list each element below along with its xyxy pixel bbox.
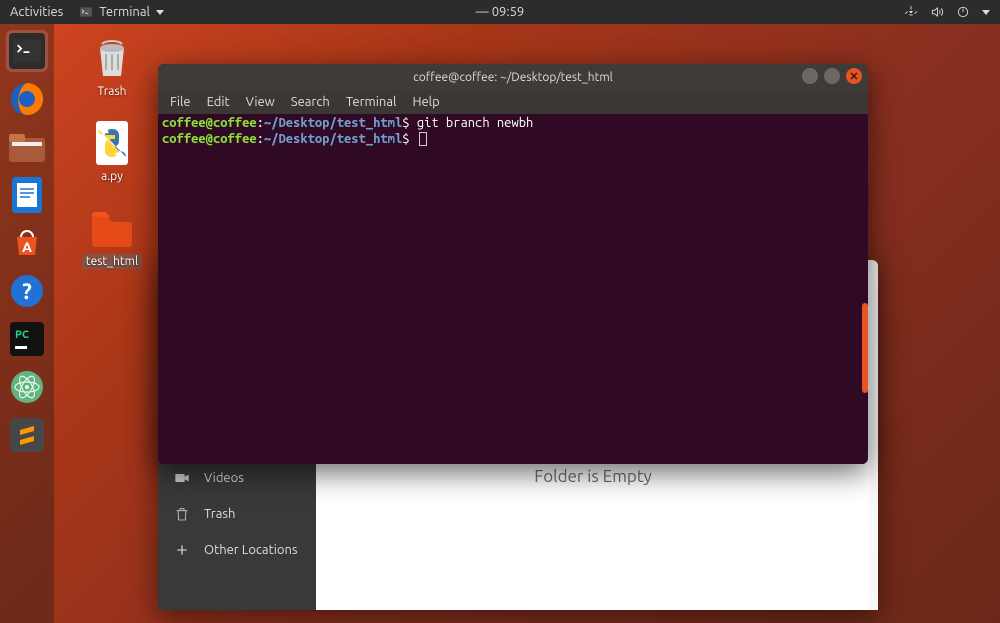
close-icon (850, 72, 858, 80)
menu-terminal[interactable]: Terminal (342, 93, 401, 111)
dock-item-firefox[interactable] (6, 78, 48, 120)
dock-item-pycharm[interactable]: PC (6, 318, 48, 360)
terminal-line: coffee@coffee:~/Desktop/test_html$ git b… (162, 116, 864, 132)
trash-icon (92, 36, 132, 80)
sidebar-item-label: Other Locations (204, 543, 298, 557)
network-icon[interactable] (904, 5, 918, 19)
chevron-down-icon (156, 10, 164, 15)
desktop-icon-apy[interactable]: a.py (80, 121, 144, 184)
terminal-icon (79, 5, 93, 19)
dock-item-software[interactable]: A (6, 222, 48, 264)
empty-folder-label: Folder is Empty (534, 467, 651, 486)
sidebar-item-trash[interactable]: Trash (158, 496, 316, 532)
desktop-icon-testhtml[interactable]: test_html (80, 206, 144, 269)
pycharm-icon: PC (10, 322, 44, 356)
atom-icon (10, 370, 44, 404)
clock[interactable]: — 09:59 (476, 5, 524, 19)
chevron-down-icon[interactable] (982, 10, 990, 15)
firefox-icon (9, 81, 45, 117)
svg-text:A: A (22, 239, 32, 255)
menu-edit[interactable]: Edit (203, 93, 234, 111)
desktop-icon-trash[interactable]: Trash (80, 36, 144, 99)
app-menu-label: Terminal (99, 5, 150, 19)
dock-item-terminal[interactable] (6, 30, 48, 72)
menu-file[interactable]: File (166, 93, 195, 111)
plus-icon (174, 542, 190, 558)
activities-button[interactable]: Activities (10, 5, 63, 19)
sidebar-item-other-locations[interactable]: Other Locations (158, 532, 316, 568)
sidebar-item-videos[interactable]: Videos (158, 460, 316, 496)
maximize-button[interactable] (824, 68, 840, 84)
terminal-scrollbar[interactable] (862, 303, 868, 393)
python-file-icon (93, 121, 131, 165)
minimize-button[interactable] (802, 68, 818, 84)
svg-text:?: ? (22, 279, 32, 304)
dock-item-writer[interactable] (6, 174, 48, 216)
sublime-icon (10, 418, 44, 452)
terminal-titlebar[interactable]: coffee@coffee: ~/Desktop/test_html (158, 64, 868, 90)
cursor-icon (419, 132, 427, 146)
close-button[interactable] (846, 68, 862, 84)
video-icon (174, 470, 190, 486)
app-menu[interactable]: Terminal (79, 5, 164, 19)
dock: A ? PC (0, 24, 54, 623)
power-icon[interactable] (956, 5, 970, 19)
sidebar-item-label: Trash (204, 507, 235, 521)
sidebar-item-label: Videos (204, 471, 244, 485)
menu-help[interactable]: Help (408, 93, 443, 111)
trash-icon (174, 506, 190, 522)
dock-item-atom[interactable] (6, 366, 48, 408)
folder-icon (90, 209, 134, 247)
dock-item-sublime[interactable] (6, 414, 48, 456)
top-bar: Activities Terminal — 09:59 (0, 0, 1000, 24)
files-icon (9, 132, 45, 162)
shopping-bag-icon: A (11, 227, 43, 259)
terminal-title: coffee@coffee: ~/Desktop/test_html (413, 71, 613, 84)
menu-view[interactable]: View (242, 93, 279, 111)
desktop-icons: Trash a.py test_html (80, 36, 144, 269)
volume-icon[interactable] (930, 5, 944, 19)
svg-text:PC: PC (15, 329, 29, 341)
terminal-line: coffee@coffee:~/Desktop/test_html$ (162, 132, 864, 148)
desktop-icon-label: a.py (97, 169, 127, 184)
terminal-window: coffee@coffee: ~/Desktop/test_html File … (158, 64, 868, 464)
terminal-body[interactable]: coffee@coffee:~/Desktop/test_html$ git b… (158, 114, 868, 464)
terminal-menubar: File Edit View Search Terminal Help (158, 90, 868, 114)
desktop-icon-label: Trash (93, 84, 130, 99)
menu-search[interactable]: Search (287, 93, 334, 111)
help-icon: ? (10, 274, 44, 308)
document-icon (12, 177, 42, 213)
terminal-icon (13, 39, 41, 63)
dock-item-help[interactable]: ? (6, 270, 48, 312)
dock-item-files[interactable] (6, 126, 48, 168)
desktop-icon-label: test_html (82, 254, 142, 269)
